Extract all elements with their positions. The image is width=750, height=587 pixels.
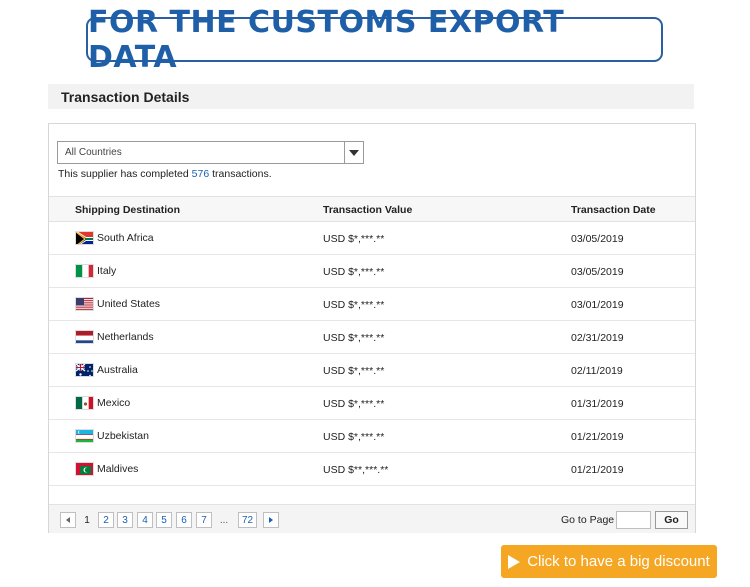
banner-title: FOR THE CUSTOMS EXPORT DATA <box>88 4 565 75</box>
discount-button[interactable]: Click to have a big discount <box>501 545 717 578</box>
go-button[interactable]: Go <box>655 511 688 529</box>
transaction-value: USD $**,***.** <box>323 464 389 476</box>
next-page-button[interactable] <box>263 512 279 528</box>
transaction-summary: This supplier has completed 576 transact… <box>58 168 272 180</box>
country-name: Mexico <box>97 397 131 409</box>
banner: FOR THE CUSTOMS EXPORT DATA <box>86 5 663 75</box>
transaction-date: 03/05/2019 <box>571 233 624 245</box>
section-title: Transaction Details <box>48 84 694 109</box>
header-value: Transaction Value <box>323 204 413 216</box>
transaction-value: USD $*,***.** <box>323 332 385 344</box>
page-link[interactable]: 7 <box>196 512 212 528</box>
discount-label: Click to have a big discount <box>527 553 710 570</box>
table-row: Australia USD $*,***.** 02/11/2019 <box>49 354 695 387</box>
prev-page-button[interactable] <box>60 512 76 528</box>
transaction-date: 01/31/2019 <box>571 398 624 410</box>
transaction-date: 02/31/2019 <box>571 332 624 344</box>
page-link[interactable]: 3 <box>117 512 133 528</box>
page-link[interactable]: 6 <box>176 512 192 528</box>
header-date: Transaction Date <box>571 204 656 216</box>
transaction-value: USD $*,***.** <box>323 431 385 443</box>
dropdown-arrow-icon[interactable] <box>344 142 363 163</box>
country-name: Uzbekistan <box>97 430 149 442</box>
header-destination: Shipping Destination <box>75 204 180 216</box>
table-row: Italy USD $*,***.** 03/05/2019 <box>49 255 695 288</box>
transaction-date: 03/01/2019 <box>571 299 624 311</box>
table-row: United States USD $*,***.** 03/01/2019 <box>49 288 695 321</box>
italy-flag-icon <box>75 264 94 278</box>
table-header: Shipping Destination Transaction Value T… <box>49 196 695 222</box>
table-row: Uzbekistan USD $*,***.** 01/21/2019 <box>49 420 695 453</box>
summary-suffix: transactions. <box>209 168 272 180</box>
transaction-value: USD $*,***.** <box>323 233 385 245</box>
transaction-date: 02/11/2019 <box>571 365 623 377</box>
transaction-count: 576 <box>191 168 210 180</box>
play-arrow-icon <box>508 554 521 569</box>
country-name: Maldives <box>97 463 139 475</box>
country-name: United States <box>97 298 161 310</box>
transaction-date: 01/21/2019 <box>571 464 624 476</box>
transaction-value: USD $*,***.** <box>323 266 385 278</box>
uzbekistan-flag-icon <box>75 429 94 443</box>
transaction-value: USD $*,***.** <box>323 365 385 377</box>
page-link[interactable]: 2 <box>98 512 114 528</box>
chevron-left-icon <box>66 517 70 523</box>
united-states-flag-icon <box>75 297 94 311</box>
chevron-right-icon <box>269 517 273 523</box>
summary-prefix: This supplier has completed <box>58 168 192 180</box>
table-row: South Africa USD $*,***.** 03/05/2019 <box>49 222 695 255</box>
country-name: Netherlands <box>97 331 154 343</box>
table-row: Maldives USD $**,***.** 01/21/2019 <box>49 453 695 486</box>
transaction-table: Shipping Destination Transaction Value T… <box>49 196 695 486</box>
transaction-value: USD $*,***.** <box>323 398 385 410</box>
south-africa-flag-icon <box>75 231 94 245</box>
country-name: Australia <box>97 364 138 376</box>
page-link[interactable]: 4 <box>137 512 153 528</box>
transaction-date: 03/05/2019 <box>571 266 624 278</box>
netherlands-flag-icon <box>75 330 94 344</box>
transaction-date: 01/21/2019 <box>571 431 624 443</box>
maldives-flag-icon <box>75 462 94 476</box>
country-name: Italy <box>97 265 117 277</box>
mexico-flag-icon <box>75 396 94 410</box>
pagination: 1 2 3 4 5 6 7 ... 72 Go to Page Go <box>49 504 695 533</box>
goto-page-label: Go to Page <box>561 514 615 526</box>
table-row: Mexico USD $*,***.** 01/31/2019 <box>49 387 695 420</box>
page-link-last[interactable]: 72 <box>238 512 258 528</box>
page-current: 1 <box>84 514 90 526</box>
table-row: Netherlands USD $*,***.** 02/31/2019 <box>49 321 695 354</box>
page-ellipsis: ... <box>219 514 229 526</box>
country-select[interactable]: All Countries <box>57 141 364 164</box>
page-link[interactable]: 5 <box>156 512 172 528</box>
country-select-value: All Countries <box>65 147 122 158</box>
transaction-value: USD $*,***.** <box>323 299 385 311</box>
country-name: South Africa <box>97 232 154 244</box>
goto-page-input[interactable] <box>616 511 651 529</box>
australia-flag-icon <box>75 363 94 377</box>
transaction-panel: All Countries This supplier has complete… <box>48 123 696 533</box>
